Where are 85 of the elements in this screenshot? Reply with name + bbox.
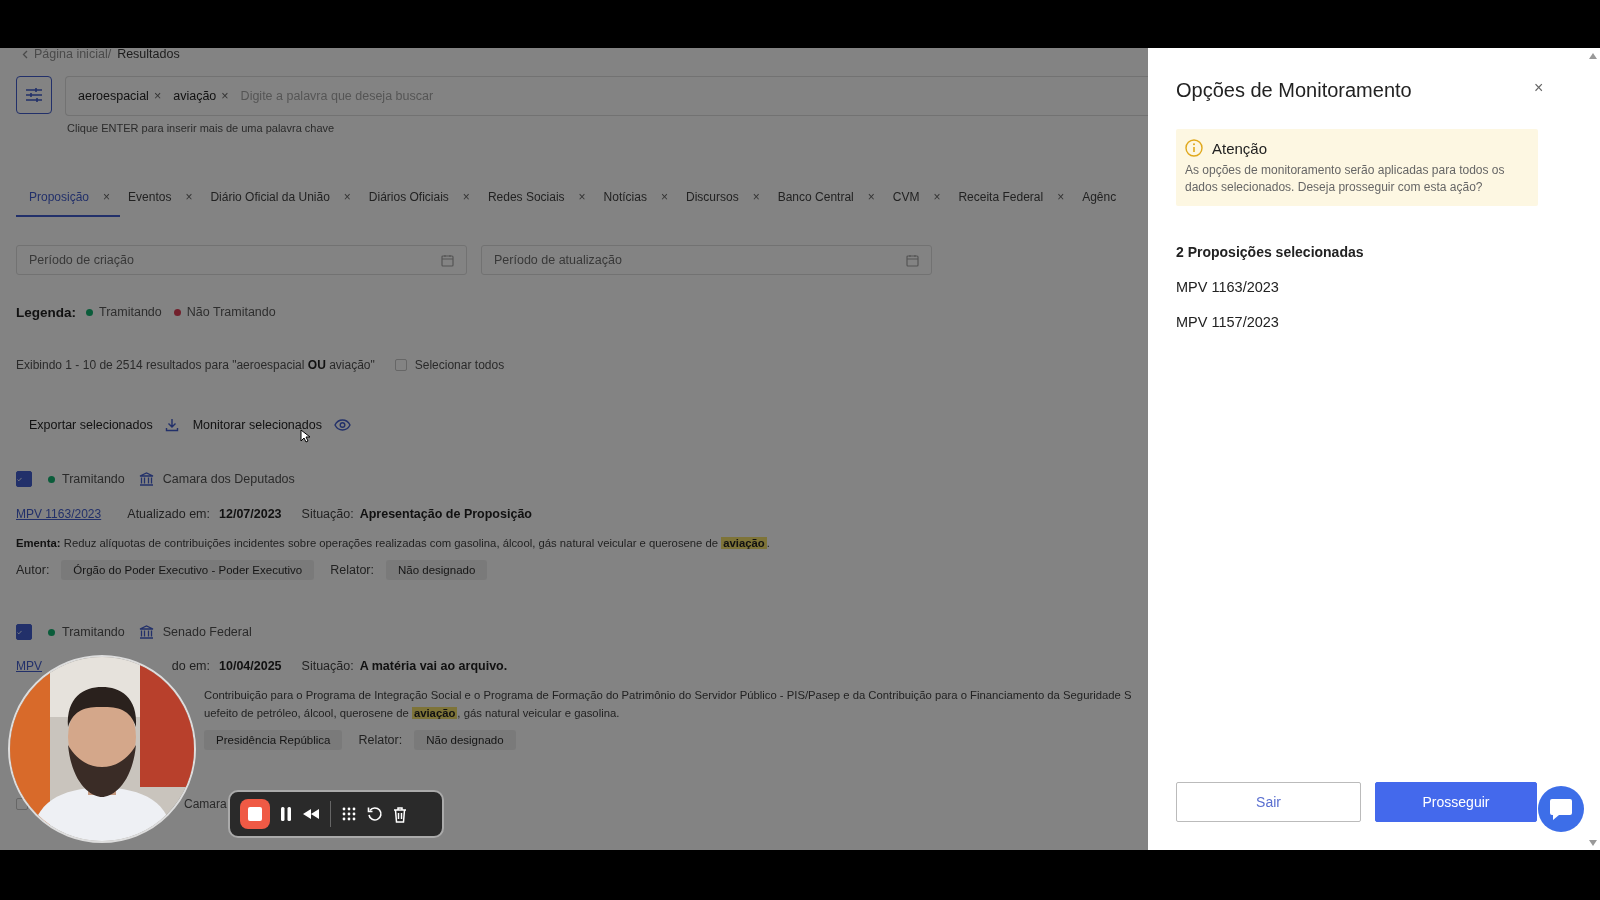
tab[interactable]: CVM × xyxy=(884,180,951,217)
pause-icon[interactable] xyxy=(280,806,292,822)
tab[interactable]: Diário Oficial da União × xyxy=(202,180,361,217)
date-range-field[interactable]: Período de criação xyxy=(16,245,467,275)
situation-label: Situação: xyxy=(301,659,354,673)
selected-proposal: MPV 1163/2023 xyxy=(1176,279,1279,295)
tab[interactable]: Notícias × xyxy=(595,180,678,217)
sliders-icon xyxy=(25,87,43,103)
legend-text: Tramitando xyxy=(99,305,162,319)
author-tag: Órgão do Poder Executivo - Poder Executivo xyxy=(61,560,315,580)
source-label: Camara dos Deputados xyxy=(162,472,295,486)
keyword-chip[interactable]: aeroespacial × xyxy=(78,89,162,103)
monitor-button[interactable]: Monitorar selecionados xyxy=(192,418,351,432)
author-tag: Presidência República xyxy=(204,730,343,750)
filter-button[interactable] xyxy=(16,76,52,114)
exit-button[interactable]: Sair xyxy=(1176,782,1361,822)
cursor-icon xyxy=(300,429,310,443)
stop-button[interactable] xyxy=(240,799,270,829)
tab[interactable]: Eventos × xyxy=(120,180,203,217)
updated-label: Atualizado em: xyxy=(126,507,210,521)
relator-label: Relator: xyxy=(358,733,403,747)
tab[interactable]: Receita Federal × xyxy=(950,180,1075,217)
export-button[interactable]: Exportar selecionados xyxy=(29,418,179,432)
tab[interactable]: Redes Sociais × xyxy=(479,180,596,217)
keyword-chip[interactable]: aviação × xyxy=(173,89,229,103)
info-icon xyxy=(1185,139,1203,157)
status-label: Tramitando xyxy=(62,625,125,639)
relator-label: Relator: xyxy=(330,563,374,577)
alert-text: As opções de monitoramento serão aplicadas para todos os dados selecionados. Deseja prosseguir com esta ação? xyxy=(1185,162,1506,196)
close-button[interactable]: × xyxy=(1534,80,1544,96)
select-all-label[interactable]: Selecionar todos xyxy=(414,358,505,372)
situation-value: A matéria vai ao arquivo. xyxy=(359,659,508,673)
chat-button[interactable] xyxy=(1538,786,1584,832)
relator-tag: Não designado xyxy=(386,560,488,580)
restart-icon[interactable] xyxy=(367,806,383,822)
author-label: Autor: xyxy=(16,563,50,577)
source-label: Senado Federal xyxy=(162,625,252,639)
search-hint: Clique ENTER para inserir mais de uma palavra chave xyxy=(67,122,336,134)
legend-label: Legenda: xyxy=(16,304,76,320)
date-range-field[interactable]: Período de atualização xyxy=(481,245,932,275)
tab[interactable]: Discursos × xyxy=(678,180,770,217)
download-icon[interactable] xyxy=(164,418,179,432)
source-label: Camara xyxy=(184,797,227,811)
status-label: Tramitando xyxy=(62,472,125,486)
drawer-title: Opções de Monitoramento xyxy=(1176,79,1412,102)
eye-icon[interactable] xyxy=(333,419,351,431)
back-icon[interactable] xyxy=(22,49,28,59)
summary-text: Ementa: Reduz alíquotas de contribuições incidentes sobre operações realizadas com gasolina, álcool, gás natural veicular e querosene de aviação. xyxy=(16,536,770,551)
bank-icon xyxy=(138,625,154,639)
alert-title: Atenção xyxy=(1212,139,1268,157)
tab[interactable]: Diários Oficiais × xyxy=(360,180,480,217)
situation-label: Situação: xyxy=(301,507,354,521)
trash-icon[interactable] xyxy=(393,805,407,823)
proposal-link[interactable]: MPV xyxy=(16,659,42,673)
tab[interactable]: Agênc xyxy=(1074,180,1127,217)
tab[interactable]: Banco Central × xyxy=(769,180,885,217)
selected-proposal: MPV 1157/2023 xyxy=(1176,314,1279,330)
updated-date: 10/04/2025 xyxy=(219,659,282,673)
breadcrumb-current: Resultados xyxy=(117,48,180,61)
proposal-link[interactable]: MPV 1163/2023 xyxy=(16,507,102,521)
rewind-icon[interactable] xyxy=(302,808,320,820)
scroll-up-icon[interactable] xyxy=(1589,53,1597,59)
relator-tag: Não designado xyxy=(414,730,516,750)
checkbox[interactable] xyxy=(394,359,407,371)
chat-bubble-icon xyxy=(1548,797,1574,821)
selection-heading: 2 Proposições selecionadas xyxy=(1176,244,1364,260)
calendar-icon xyxy=(906,253,919,267)
checkbox[interactable] xyxy=(16,624,32,640)
breadcrumb-link[interactable]: Página inicial/ xyxy=(34,48,112,61)
legend-text: Não Tramitando xyxy=(186,305,276,319)
updated-date: 12/07/2023 xyxy=(219,507,282,521)
bank-icon xyxy=(138,472,154,486)
checkbox[interactable] xyxy=(16,471,32,487)
summary-text: Contribuição para o Programa de Integração Social e o Programa de Formação do Patrimônio do Servidor Público - PIS/Pasep e da Contribuição para o Financiamento da Seguridade S xyxy=(204,688,1132,703)
tab[interactable]: Proposição × xyxy=(16,180,121,217)
checkbox[interactable] xyxy=(16,798,28,810)
calendar-icon xyxy=(441,253,454,267)
results-summary: Exibindo 1 - 10 de 2514 resultados para "aeroespacial OU aviação" xyxy=(16,358,375,372)
stop-icon xyxy=(248,807,262,821)
summary-text: uefeito de petróleo, álcool, querosene de aviação, gás natural veicular e gasolina. xyxy=(204,706,620,721)
proceed-button[interactable]: Prosseguir xyxy=(1375,782,1537,822)
updated-label: do em: xyxy=(170,659,210,673)
situation-value: Apresentação de Proposição xyxy=(359,507,532,521)
scroll-down-icon[interactable] xyxy=(1589,840,1597,846)
grid-icon[interactable] xyxy=(341,806,357,822)
